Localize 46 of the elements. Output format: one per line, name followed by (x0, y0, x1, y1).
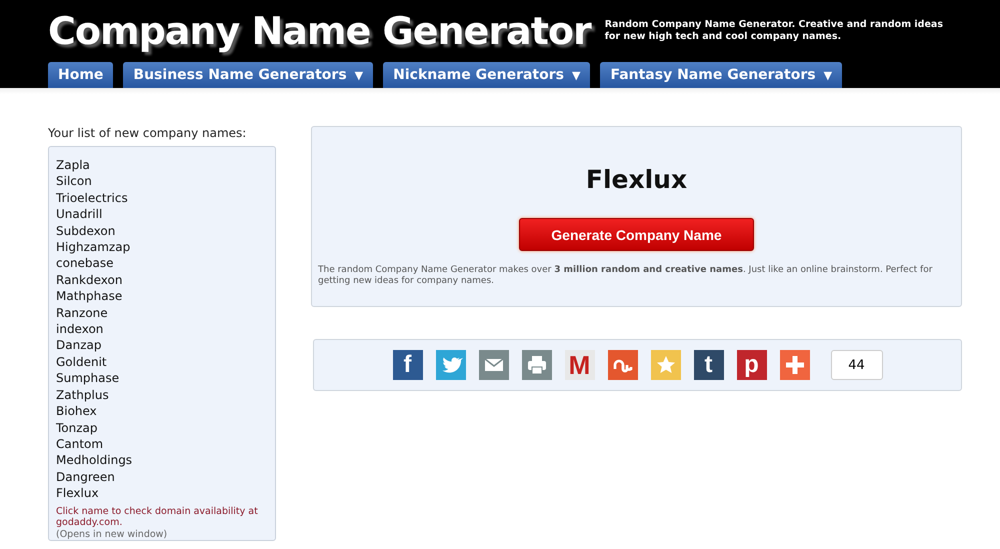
company-name-link[interactable]: Tonzap (56, 420, 268, 436)
bird-icon[interactable] (436, 350, 466, 380)
envelope-icon[interactable] (478, 350, 508, 380)
nav-tab[interactable]: Fantasy Name Generators ▼ (600, 62, 842, 88)
caret-icon: ▼ (572, 68, 580, 82)
tumblr-share-button[interactable]: t (694, 350, 724, 380)
company-name-link[interactable]: Sumphase (56, 370, 268, 387)
company-name-link[interactable]: Medholdings (56, 452, 268, 469)
company-name-link[interactable]: Danzap (56, 337, 268, 354)
company-name-link[interactable]: Mathphase (56, 288, 268, 305)
company-name-link[interactable]: Dangreen (56, 468, 268, 486)
company-name-link[interactable]: Unadrill (56, 206, 268, 223)
nav-tab[interactable]: Nickname Generators ▼ (383, 62, 590, 88)
company-name-link[interactable]: indexon (56, 321, 268, 338)
description-text: The random Company Name Generator makes over 3 million random and creative names. Just like an online brainstorm. Perfect for getting new ideas for company names. (318, 265, 934, 287)
gmail-share-button[interactable]: M (564, 350, 594, 380)
printer-icon[interactable] (522, 350, 552, 380)
company-name-link[interactable]: Ranzone (56, 304, 268, 322)
company-name-link[interactable]: Highzamzap (56, 239, 268, 256)
caret-icon: ▼ (354, 68, 364, 82)
company-name-link[interactable]: Biohex (56, 403, 268, 420)
plus-icon[interactable] (780, 350, 810, 380)
company-name-link[interactable]: conebase (56, 255, 268, 272)
nav-tab[interactable]: Business Name Generators ▼ (123, 62, 374, 88)
generated-name: Flexlux (586, 165, 688, 194)
company-name-link[interactable]: Zathplus (56, 386, 268, 404)
company-name-link[interactable]: Goldenit (56, 354, 268, 370)
company-name-link[interactable]: Cantom (56, 436, 268, 452)
company-name-link[interactable]: Subdexon (56, 222, 268, 240)
nav-tab[interactable]: Home (48, 62, 114, 88)
generate-button[interactable]: Generate Company Name (519, 218, 754, 251)
share-count: 44 (830, 350, 882, 380)
site-tagline: Random Company Name Generator. Creative and random ideas for new high tech and cool company names. (604, 19, 944, 43)
caret-icon: ▼ (824, 68, 832, 82)
facebook-share-button[interactable]: f (392, 350, 422, 380)
pinterest-share-button[interactable]: p (736, 350, 766, 380)
company-name-link[interactable]: Flexlux (56, 485, 268, 502)
new-window-note: (Opens in new window) (56, 528, 168, 540)
company-name-link[interactable]: Trioelectrics (56, 190, 268, 206)
domain-link[interactable]: Click name to check domain availability at godaddy.com. (56, 506, 268, 529)
company-name-link[interactable]: Zapla (56, 157, 268, 174)
company-name-link[interactable]: Rankdexon (56, 272, 268, 288)
list-heading: Your list of new company names: (48, 126, 248, 140)
company-name-link[interactable]: Silcon (56, 173, 268, 190)
site-title: Company Name Generator (48, 9, 591, 53)
stumbleupon-icon[interactable] (608, 350, 638, 380)
